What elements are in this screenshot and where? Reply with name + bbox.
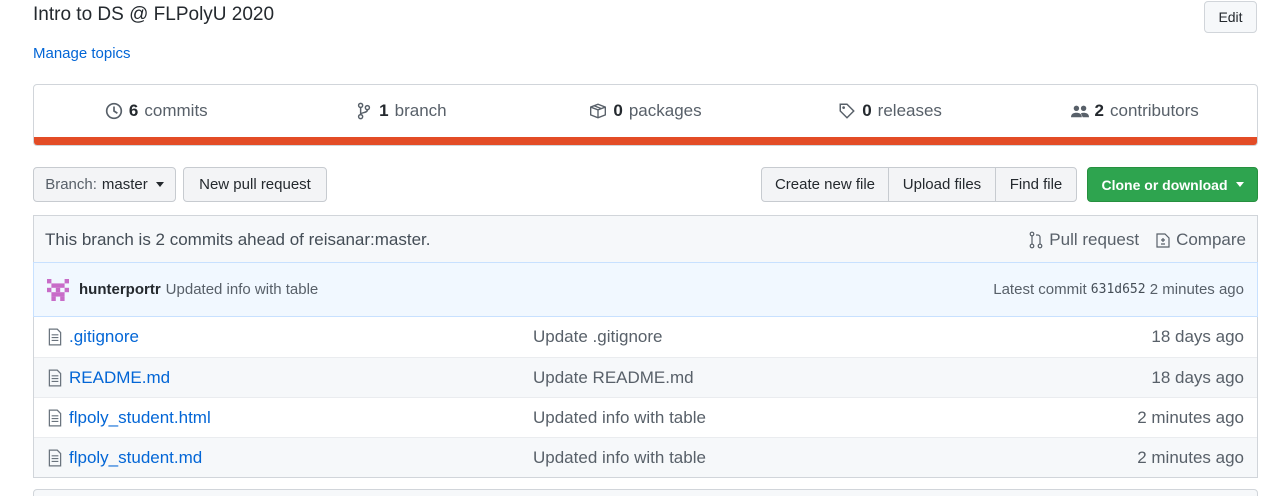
file-icon — [48, 328, 62, 346]
language-bar[interactable] — [34, 137, 1257, 145]
file-commit-message-link[interactable]: Updated info with table — [533, 408, 1137, 428]
file-age: 2 minutes ago — [1137, 447, 1244, 467]
branches-count: 1 — [379, 101, 389, 120]
caret-down-icon — [155, 182, 164, 187]
file-commit-message-link[interactable]: Updated info with table — [533, 448, 1137, 468]
contributors-count: 2 — [1094, 101, 1104, 120]
latest-commit-bar: hunterportr Updated info with table Late… — [33, 262, 1258, 317]
packages-summary[interactable]: 0 packages — [523, 101, 768, 121]
file-row: flpoly_student.html Updated info with ta… — [34, 397, 1257, 437]
avatar[interactable] — [47, 278, 69, 301]
compare-label: Compare — [1176, 229, 1246, 249]
diff-icon — [1156, 232, 1170, 248]
find-file-button[interactable]: Find file — [995, 167, 1077, 202]
repo-summary: 6 commits 1 branch 0 packages 0 releases… — [33, 84, 1258, 146]
package-icon — [590, 103, 607, 119]
packages-count: 0 — [613, 101, 623, 120]
file-commit-message-link[interactable]: Update .gitignore — [533, 327, 1151, 347]
readme-box — [33, 489, 1258, 496]
file-name-link[interactable]: flpoly_student.md — [69, 448, 533, 468]
branch-status-bar: This branch is 2 commits ahead of reisan… — [33, 215, 1258, 263]
file-age: 2 minutes ago — [1137, 407, 1244, 427]
file-row: README.md Update README.md 18 days ago — [34, 357, 1257, 397]
branch-name: master — [101, 176, 148, 193]
new-pull-request-button[interactable]: New pull request — [183, 167, 327, 202]
commit-author-link[interactable]: hunterportr — [79, 281, 161, 298]
file-row: flpoly_student.md Updated info with tabl… — [34, 437, 1257, 477]
branch-status-text: This branch is 2 commits ahead of reisan… — [45, 229, 431, 249]
pull-request-label: Pull request — [1049, 229, 1140, 249]
commits-label: commits — [144, 101, 208, 120]
people-icon — [1070, 105, 1089, 118]
file-age: 18 days ago — [1151, 367, 1244, 387]
branches-summary[interactable]: 1 branch — [279, 101, 524, 121]
branches-label: branch — [394, 101, 447, 120]
clone-label: Clone or download — [1101, 176, 1228, 193]
edit-button[interactable]: Edit — [1204, 1, 1257, 33]
caret-down-icon — [1235, 182, 1244, 187]
file-icon — [48, 449, 62, 466]
tag-icon — [839, 103, 855, 119]
commits-summary[interactable]: 6 commits — [34, 101, 279, 121]
file-row: .gitignore Update .gitignore 18 days ago — [34, 317, 1257, 357]
repo-description: Intro to DS @ FLPolyU 2020 — [33, 4, 275, 25]
file-name-link[interactable]: README.md — [69, 368, 533, 388]
commit-age: 2 minutes ago — [1149, 281, 1244, 298]
releases-count: 0 — [862, 101, 872, 120]
releases-label: releases — [877, 101, 942, 120]
latest-commit-label: Latest commit — [993, 281, 1087, 298]
compare-link[interactable]: Compare — [1155, 230, 1246, 250]
clone-or-download-button[interactable]: Clone or download — [1087, 167, 1258, 202]
create-new-file-button[interactable]: Create new file — [761, 167, 889, 202]
history-icon — [105, 102, 123, 120]
branch-prefix: Branch: — [45, 176, 97, 193]
branch-icon — [358, 102, 371, 120]
releases-summary[interactable]: 0 releases — [768, 101, 1013, 121]
pull-request-link[interactable]: Pull request — [1028, 230, 1139, 250]
file-name-link[interactable]: flpoly_student.html — [69, 408, 533, 428]
contributors-label: contributors — [1109, 101, 1199, 120]
commit-sha-link[interactable]: 631d652 — [1091, 282, 1146, 297]
manage-topics-link[interactable]: Manage topics — [33, 45, 131, 62]
file-icon — [48, 369, 62, 386]
file-icon — [48, 409, 62, 426]
file-list: .gitignore Update .gitignore 18 days ago… — [33, 317, 1258, 478]
file-commit-message-link[interactable]: Update README.md — [533, 368, 1151, 388]
upload-files-button[interactable]: Upload files — [888, 167, 996, 202]
file-name-link[interactable]: .gitignore — [69, 327, 533, 347]
pull-request-icon — [1029, 231, 1043, 248]
branch-select-button[interactable]: Branch: master — [33, 167, 176, 202]
commit-message-link[interactable]: Updated info with table — [166, 281, 319, 298]
packages-label: packages — [628, 101, 702, 120]
contributors-summary[interactable]: 2 contributors — [1012, 101, 1257, 121]
commits-count: 6 — [128, 101, 139, 120]
file-age: 18 days ago — [1151, 327, 1244, 346]
